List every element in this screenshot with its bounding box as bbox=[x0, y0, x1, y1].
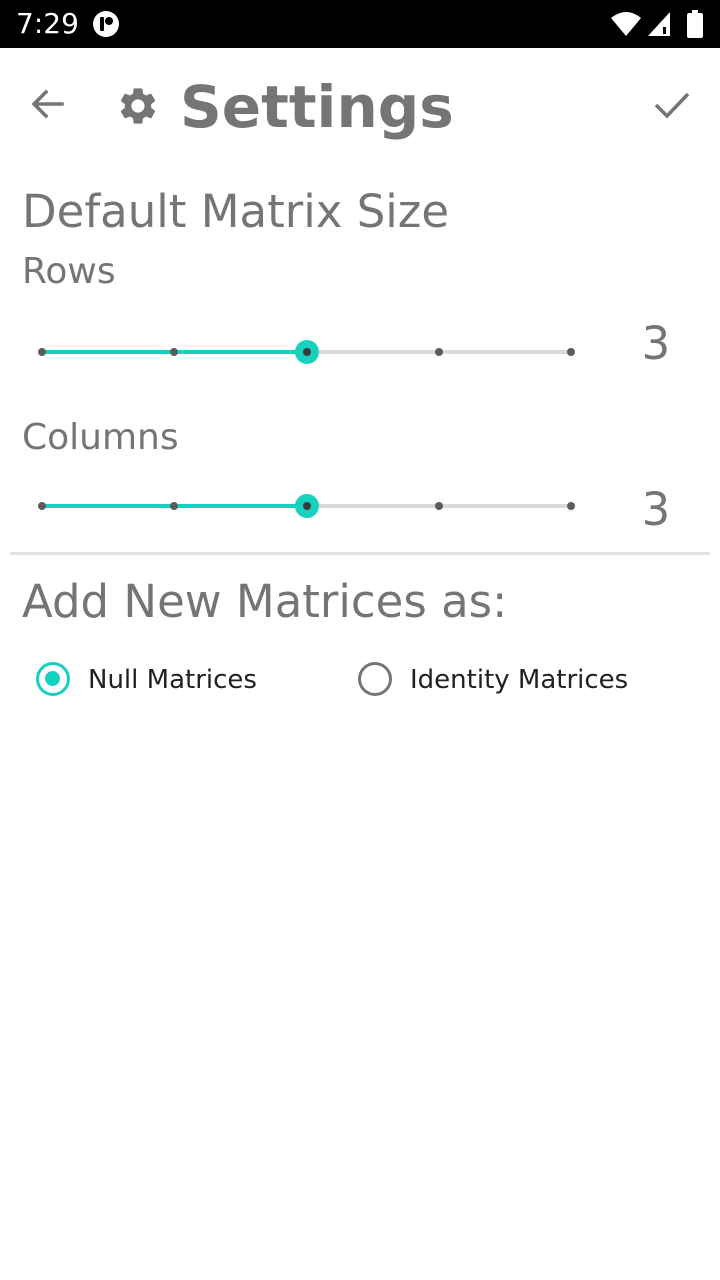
radio-label: Identity Matrices bbox=[410, 665, 629, 695]
matrix-size-heading: Default Matrix Size bbox=[22, 185, 450, 238]
slider-tick bbox=[434, 502, 443, 510]
slider-tick bbox=[434, 348, 443, 356]
toolbar: Settings bbox=[0, 48, 720, 168]
back-button[interactable] bbox=[24, 80, 72, 128]
new-matrices-heading: Add New Matrices as: bbox=[22, 575, 508, 628]
slider-tick bbox=[567, 348, 575, 356]
confirm-button[interactable] bbox=[648, 80, 696, 128]
rows-value: 3 bbox=[641, 317, 671, 370]
page-title: Settings bbox=[180, 73, 454, 141]
columns-value: 3 bbox=[641, 483, 671, 536]
gear-icon bbox=[120, 88, 156, 124]
slider-tick bbox=[38, 348, 46, 356]
rows-label: Rows bbox=[22, 251, 116, 292]
wifi-icon bbox=[611, 12, 641, 36]
radio-button[interactable] bbox=[358, 662, 392, 696]
radio-selected-dot bbox=[45, 671, 60, 686]
slider-thumb[interactable] bbox=[294, 340, 319, 364]
columns-label: Columns bbox=[22, 417, 179, 458]
radio-button[interactable] bbox=[36, 662, 70, 696]
null-matrices-option[interactable]: Null Matrices bbox=[36, 658, 316, 706]
columns-slider[interactable] bbox=[26, 484, 586, 528]
slider-tick bbox=[38, 502, 46, 510]
app-notification-icon bbox=[93, 11, 119, 37]
section-divider bbox=[10, 552, 710, 555]
radio-label: Null Matrices bbox=[88, 665, 257, 695]
slider-thumb[interactable] bbox=[294, 494, 319, 518]
status-time: 7:29 bbox=[16, 7, 79, 40]
slider-tick bbox=[567, 502, 575, 510]
slider-tick bbox=[170, 502, 179, 510]
slider-tick bbox=[170, 348, 179, 356]
identity-matrices-option[interactable]: Identity Matrices bbox=[358, 658, 658, 706]
status-bar: 7:29 bbox=[0, 0, 720, 48]
cell-signal-icon bbox=[648, 12, 670, 36]
battery-icon bbox=[687, 10, 703, 38]
rows-slider[interactable] bbox=[26, 330, 586, 374]
